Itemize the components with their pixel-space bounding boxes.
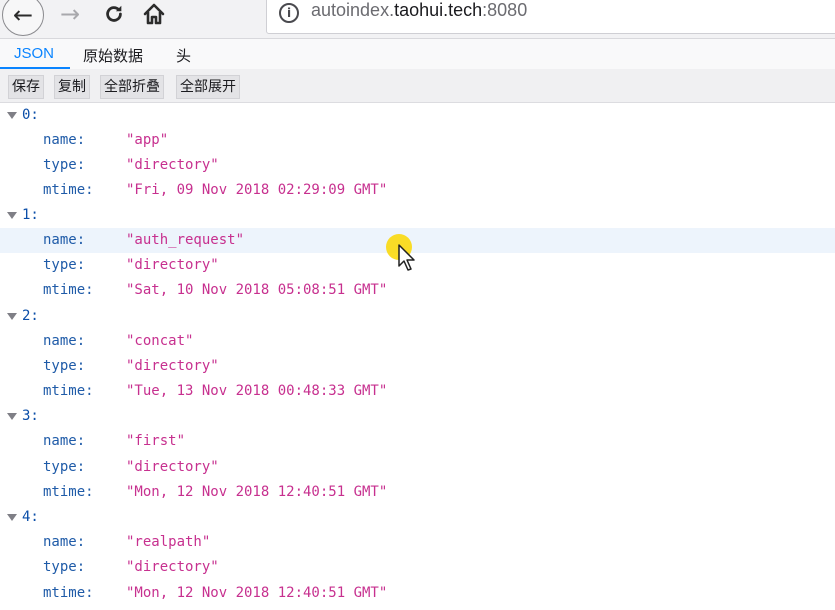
field-value: "Mon, 12 Nov 2018 12:40:51 GMT" [126, 484, 388, 500]
expand-all-button[interactable]: 全部展开 [176, 75, 240, 99]
tree-row[interactable]: mtime: "Mon, 12 Nov 2018 12:40:51 GMT" [0, 480, 835, 505]
viewer-tabs: JSON 原始数据 头 [0, 39, 835, 69]
home-icon-svg [143, 3, 165, 25]
entry-index: 1: [22, 207, 39, 223]
url-text[interactable]: autoindex.taohui.tech:8080 [311, 0, 527, 21]
field-key: type: [43, 358, 86, 374]
field-value: "app" [126, 132, 169, 148]
field-value: "Mon, 12 Nov 2018 12:40:51 GMT" [126, 585, 388, 601]
tree-row[interactable]: mtime: "Mon, 12 Nov 2018 12:40:51 GMT" [0, 581, 835, 606]
tab-json[interactable]: JSON [14, 45, 54, 62]
expand-toggle-icon[interactable] [7, 514, 17, 521]
field-value: "Fri, 09 Nov 2018 02:29:09 GMT" [126, 182, 388, 198]
field-key: mtime: [43, 585, 94, 601]
tree-row[interactable]: type: "directory" [0, 153, 835, 178]
entry-index: 0: [22, 107, 39, 123]
entry-index: 3: [22, 408, 39, 424]
copy-button[interactable]: 复制 [54, 75, 90, 99]
field-key: mtime: [43, 383, 94, 399]
field-value: "directory" [126, 559, 219, 575]
tree-row-index[interactable]: 2: [0, 304, 835, 329]
field-key: type: [43, 559, 86, 575]
field-key: mtime: [43, 182, 94, 198]
tree-row-index[interactable]: 3: [0, 404, 835, 429]
tab-raw-data[interactable]: 原始数据 [83, 45, 143, 66]
url-prefix: autoindex. [311, 0, 395, 20]
field-key: name: [43, 333, 86, 349]
expand-toggle-icon[interactable] [7, 212, 17, 219]
field-value: "realpath" [126, 534, 211, 550]
tree-row[interactable]: type: "directory" [0, 354, 835, 379]
expand-toggle-icon[interactable] [7, 112, 17, 119]
tree-row[interactable]: mtime: "Sat, 10 Nov 2018 05:08:51 GMT" [0, 278, 835, 303]
field-value: "Tue, 13 Nov 2018 00:48:33 GMT" [126, 383, 388, 399]
entry-index: 4: [22, 509, 39, 525]
collapse-all-button[interactable]: 全部折叠 [100, 75, 164, 99]
reload-icon[interactable] [96, 0, 132, 32]
info-icon[interactable]: i [279, 3, 299, 23]
back-arrow-icon[interactable]: ← [2, 0, 44, 36]
tab-headers[interactable]: 头 [176, 45, 191, 66]
url-domain: taohui.tech [394, 0, 483, 20]
field-value: "directory" [126, 358, 219, 374]
entry-index: 2: [22, 308, 39, 324]
field-key: type: [43, 459, 86, 475]
save-button[interactable]: 保存 [8, 75, 44, 99]
expand-toggle-icon[interactable] [7, 413, 17, 420]
tree-row[interactable]: type: "directory" [0, 555, 835, 580]
tree-row-index[interactable]: 4: [0, 505, 835, 530]
tree-row[interactable]: mtime: "Fri, 09 Nov 2018 02:29:09 GMT" [0, 178, 835, 203]
field-value: "Sat, 10 Nov 2018 05:08:51 GMT" [126, 282, 388, 298]
field-key: name: [43, 132, 86, 148]
url-suffix: :8080 [482, 0, 528, 20]
field-value: "concat" [126, 333, 194, 349]
tree-row[interactable]: name: "app" [0, 128, 835, 153]
tree-row[interactable]: name: "concat" [0, 329, 835, 354]
home-icon[interactable] [136, 0, 172, 32]
tree-row[interactable]: name: "first" [0, 429, 835, 454]
field-key: name: [43, 433, 86, 449]
tree-row[interactable]: name: "realpath" [0, 530, 835, 555]
tree-row[interactable]: type: "directory" [0, 455, 835, 480]
forward-arrow-icon[interactable]: → [52, 0, 88, 32]
browser-toolbar: ← → i autoindex.taohui.tech:8080 [0, 0, 835, 39]
field-key: mtime: [43, 282, 94, 298]
address-bar[interactable]: i autoindex.taohui.tech:8080 [266, 0, 835, 34]
field-value: "first" [126, 433, 186, 449]
field-key: name: [43, 232, 86, 248]
field-key: name: [43, 534, 86, 550]
field-key: type: [43, 157, 86, 173]
field-key: mtime: [43, 484, 94, 500]
tree-row[interactable]: mtime: "Tue, 13 Nov 2018 00:48:33 GMT" [0, 379, 835, 404]
tree-row-index[interactable]: 1: [0, 203, 835, 228]
reload-icon-svg [106, 5, 122, 22]
field-value: "directory" [126, 459, 219, 475]
field-key: type: [43, 257, 86, 273]
field-value: "auth_request" [126, 232, 245, 248]
expand-toggle-icon[interactable] [7, 313, 17, 320]
mouse-pointer-icon [398, 244, 415, 271]
action-bar: 保存 复制 全部折叠 全部展开 [0, 69, 835, 103]
field-value: "directory" [126, 157, 219, 173]
field-value: "directory" [126, 257, 219, 273]
tree-row-index[interactable]: 0: [0, 103, 835, 128]
